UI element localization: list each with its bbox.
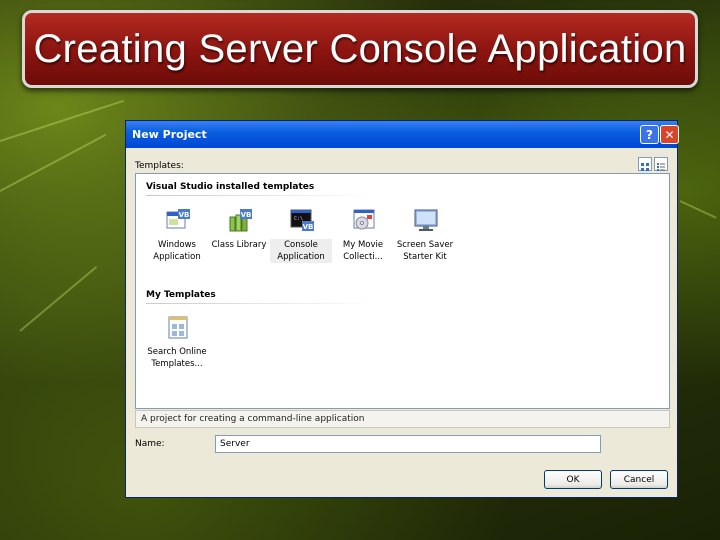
template-windows-application[interactable]: VB Windows Application	[146, 207, 208, 273]
background-streak	[679, 200, 717, 219]
search-online-templates-icon	[168, 316, 188, 339]
vb-console-app-icon: C:\ VB	[290, 209, 314, 231]
vb-windows-app-icon: VB	[166, 209, 190, 229]
movie-collection-icon	[353, 209, 375, 230]
large-icons-view-button[interactable]	[638, 157, 652, 171]
vb-class-library-icon: VB	[229, 209, 252, 232]
template-label: My Movie Collecti...	[342, 240, 384, 262]
group-divider	[146, 303, 376, 304]
group-divider	[146, 195, 376, 196]
project-name-input[interactable]: Server	[215, 435, 601, 453]
new-project-dialog: New Project ? ✕ Templates: Visual Studio…	[125, 120, 679, 498]
templates-list[interactable]: Visual Studio installed templates VB Win…	[135, 173, 670, 409]
name-label: Name:	[135, 439, 165, 449]
close-button[interactable]: ✕	[660, 125, 679, 144]
group-header-installed: Visual Studio installed templates	[146, 182, 315, 192]
svg-text:VB: VB	[303, 223, 314, 231]
background-streak	[0, 133, 107, 192]
ok-button[interactable]: OK	[544, 470, 602, 489]
slide-title-banner: Creating Server Console Application	[22, 10, 698, 88]
svg-text:VB: VB	[179, 211, 190, 219]
template-label: Windows Application	[153, 240, 201, 262]
template-label: Class Library	[211, 240, 267, 250]
template-description: A project for creating a command-line ap…	[135, 410, 670, 428]
small-icons-icon	[657, 163, 665, 171]
template-screen-saver-starter-kit[interactable]: Screen Saver Starter Kit	[394, 207, 456, 273]
slide-title: Creating Server Console Application	[33, 26, 687, 71]
svg-text:VB: VB	[241, 211, 252, 219]
template-my-movie-collection[interactable]: My Movie Collecti...	[332, 207, 394, 273]
help-button[interactable]: ?	[640, 125, 659, 144]
dialog-titlebar[interactable]: New Project	[126, 121, 677, 148]
template-label: Search Online Templates...	[147, 347, 207, 369]
group-header-my-templates: My Templates	[146, 290, 216, 300]
template-class-library[interactable]: VB Class Library	[208, 207, 270, 273]
screen-saver-icon	[414, 209, 438, 231]
svg-text:C:\: C:\	[294, 216, 303, 222]
templates-label: Templates:	[135, 161, 184, 171]
large-icons-icon	[641, 163, 649, 171]
template-search-online[interactable]: Search Online Templates...	[146, 314, 208, 380]
background-streak	[19, 265, 98, 332]
template-console-application[interactable]: C:\ VB Console Application	[270, 207, 332, 273]
template-label: Screen Saver Starter Kit	[396, 240, 454, 262]
cancel-button[interactable]: Cancel	[610, 470, 668, 489]
small-icons-view-button[interactable]	[654, 157, 668, 171]
dialog-title: New Project	[132, 128, 207, 141]
template-label: Console Application	[270, 239, 332, 263]
